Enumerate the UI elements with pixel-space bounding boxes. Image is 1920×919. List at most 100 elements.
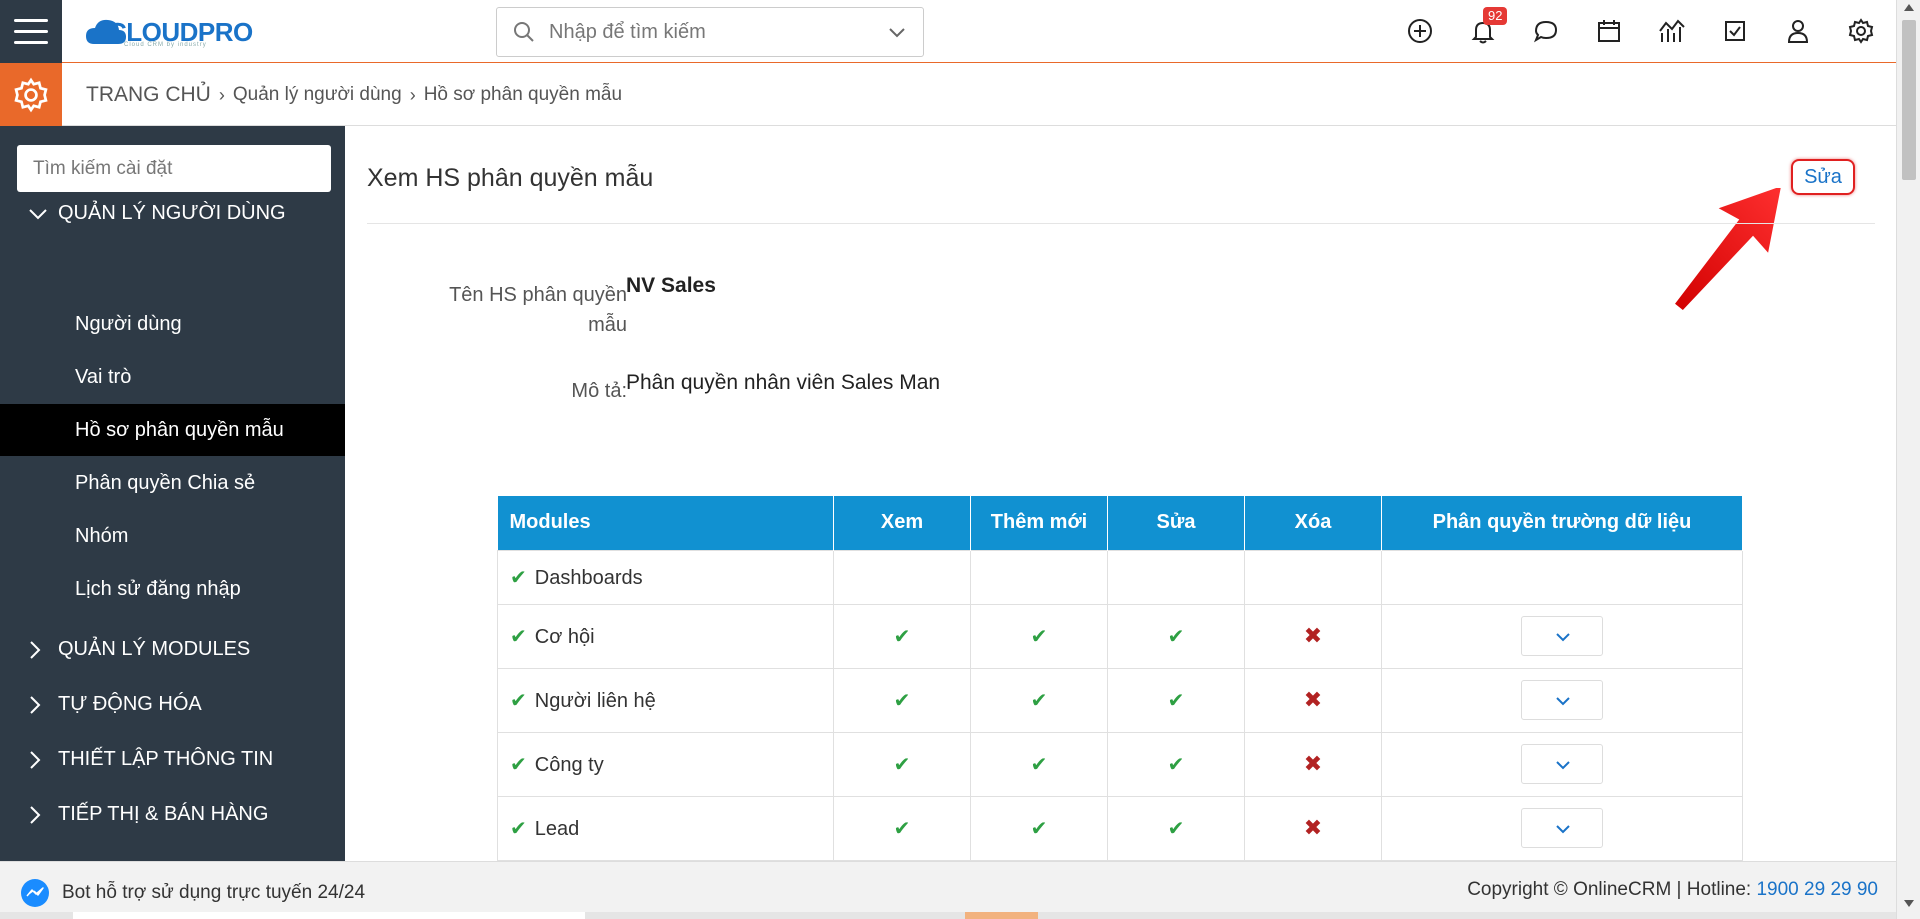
edit-cell [1107,549,1245,605]
user-icon[interactable] [1780,13,1816,49]
chevron-down-icon [1556,825,1570,834]
sidebar-section-automation[interactable]: TỰ ĐỘNG HÓA [28,693,202,716]
delete-cell: ✖ [1244,603,1382,669]
settings-gear-icon[interactable] [0,63,62,126]
header-divider [367,223,1875,224]
col-header-edit: Sửa [1107,496,1245,550]
hamburger-menu-icon[interactable] [0,0,62,63]
check-icon: ✔ [1030,689,1048,712]
check-icon: ✔ [1167,689,1185,712]
add-cell: ✔ [970,731,1108,797]
sidebar-item-sharing[interactable]: Phân quyền Chia sẻ [0,457,345,509]
breadcrumb: TRANG CHỦ › Quản lý người dùng › Hồ sơ p… [86,83,622,107]
breadcrumb-bar: TRANG CHỦ › Quản lý người dùng › Hồ sơ p… [0,63,1896,126]
gear-icon[interactable] [1843,13,1879,49]
sidebar-item-users[interactable]: Người dùng [0,298,345,350]
view-cell: ✔ [833,603,971,669]
plus-circle-icon[interactable] [1402,13,1438,49]
col-header-delete: Xóa [1244,496,1382,550]
breadcrumb-home[interactable]: TRANG CHỦ [86,83,211,107]
cross-icon: ✖ [1303,815,1323,840]
chevron-down-icon[interactable] [887,22,907,42]
chevron-right-icon [28,640,48,660]
check-icon: ✔ [510,689,527,712]
settings-search-input[interactable]: Tìm kiếm cài đặt [17,145,331,192]
sidebar-section-users[interactable]: QUẢN LÝ NGƯỜI DÙNG [28,202,286,225]
description-value: Phân quyền nhân viên Sales Man [626,371,941,394]
vertical-scrollbar[interactable] [1896,0,1920,919]
sidebar-item-roles[interactable]: Vai trò [0,351,345,403]
notification-badge: 92 [1483,7,1508,25]
horizontal-scrollbar[interactable] [0,912,1896,919]
module-cell: ✔ Công ty [497,731,834,797]
chevron-right-icon [28,805,48,825]
check-icon: ✔ [510,625,527,648]
sidebar-section-info-setup[interactable]: THIẾT LẬP THÔNG TIN [28,748,273,771]
global-search-input[interactable]: Nhập để tìm kiếm [496,7,924,57]
checkbox-icon[interactable] [1717,13,1753,49]
bot-text: Bot hỗ trợ sử dụng trực tuyến 24/24 [62,882,366,903]
delete-cell [1244,549,1382,605]
edit-cell: ✔ [1107,731,1245,797]
cloudpro-logo[interactable]: CLOUDPRO Cloud CRM by industry [84,12,253,52]
chevron-right-icon [28,695,48,715]
bell-icon[interactable]: 92 [1465,7,1508,49]
view-cell: ✔ [833,731,971,797]
view-cell: ✔ [833,795,971,861]
view-cell [833,549,971,605]
chart-icon[interactable] [1654,13,1690,49]
calendar-icon[interactable] [1591,13,1627,49]
edit-cell: ✔ [1107,667,1245,733]
chat-icon[interactable] [1528,13,1564,49]
sidebar-item-login-history[interactable]: Lịch sử đăng nhập [0,563,345,615]
logo-subtext: Cloud CRM by industry [124,42,207,48]
description-label: Mô tả: [571,380,627,402]
field-permission-dropdown[interactable] [1521,808,1603,848]
field-permission-cell [1381,667,1743,733]
check-icon: ✔ [893,689,911,712]
edit-cell: ✔ [1107,795,1245,861]
table-row: ✔ Cơ hội ✔ ✔ ✔ ✖ [497,603,1743,669]
col-header-modules: Modules [497,496,834,550]
edit-button[interactable]: Sửa [1791,159,1855,195]
field-permission-dropdown[interactable] [1521,744,1603,784]
check-icon: ✔ [1167,753,1185,776]
cross-icon: ✖ [1303,623,1323,648]
field-permission-dropdown[interactable] [1521,616,1603,656]
delete-cell: ✖ [1244,795,1382,861]
chevron-down-icon [1556,697,1570,706]
field-permission-cell [1381,731,1743,797]
field-permission-cell [1381,795,1743,861]
search-icon [514,22,534,42]
add-cell: ✔ [970,603,1108,669]
sidebar-section-marketing-sales[interactable]: TIẾP THỊ & BÁN HÀNG [28,803,268,826]
top-navbar: CLOUDPRO Cloud CRM by industry Nhập để t… [0,0,1896,63]
breadcrumb-user-management[interactable]: Quản lý người dùng [233,84,402,106]
delete-cell: ✖ [1244,731,1382,797]
col-header-field-permission: Phân quyền trường dữ liệu [1381,496,1743,550]
check-icon: ✔ [893,817,911,840]
main-content: Xem HS phân quyền mẫu Sửa Tên HS phân qu… [345,126,1896,861]
check-icon: ✔ [893,625,911,648]
permissions-table: Modules Xem Thêm mới Sửa Xóa Phân quyền … [497,496,1743,861]
support-bot-link[interactable]: Bot hỗ trợ sử dụng trực tuyến 24/24 [20,878,365,908]
sidebar-section-label: QUẢN LÝ NGƯỜI DÙNG [58,202,286,224]
field-permission-dropdown[interactable] [1521,680,1603,720]
check-icon: ✔ [510,817,527,840]
breadcrumb-current: Hồ sơ phân quyền mẫu [423,84,623,105]
cross-icon: ✖ [1303,687,1323,712]
sidebar-section-modules[interactable]: QUẢN LÝ MODULES [28,638,250,661]
page-title: Xem HS phân quyền mẫu [367,164,654,192]
red-arrow-annotation [1670,188,1784,315]
table-row: ✔ Lead ✔ ✔ ✔ ✖ [497,795,1743,861]
module-cell: ✔ Dashboards [497,549,834,605]
cloud-logo-icon [84,16,128,48]
settings-sidebar: Tìm kiếm cài đặt QUẢN LÝ NGƯỜI DÙNG Ngườ… [0,126,345,861]
sidebar-item-profiles[interactable]: Hồ sơ phân quyền mẫu [0,404,345,456]
add-cell: ✔ [970,795,1108,861]
sidebar-item-groups[interactable]: Nhóm [0,510,345,562]
view-cell: ✔ [833,667,971,733]
hotline-link[interactable]: 1900 29 29 90 [1756,879,1878,900]
messenger-icon [21,879,49,907]
field-permission-cell [1381,549,1743,605]
